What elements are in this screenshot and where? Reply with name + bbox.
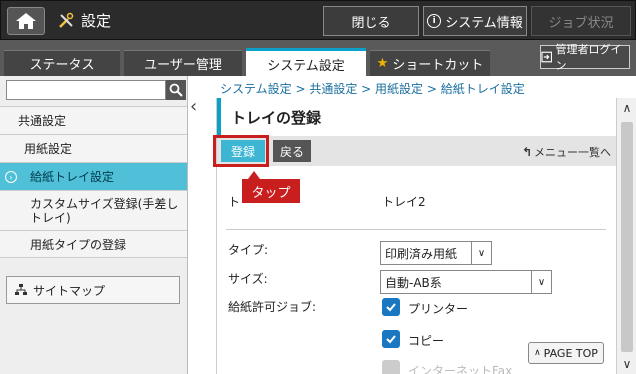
size-select[interactable]: 自動-AB系 ∨ [380,270,552,294]
close-button[interactable]: 閉じる [323,6,419,36]
sidebar: 共通設定 用紙設定 › 給紙トレイ設定 カスタムサイズ登録(手差しトレイ) 用紙… [0,76,188,374]
job-status-label: ジョブ状況 [548,15,614,31]
size-label: サイズ: [228,272,268,286]
tab-user-management[interactable]: ユーザー管理 [124,50,242,76]
sidebar-item-label: 用紙設定 [24,142,73,156]
type-label: タイプ: [228,243,269,257]
chevron-right-icon: › [5,171,17,183]
tray-label: ト [228,195,241,209]
chevron-up-icon: ∧ [534,348,541,358]
page-title: トレイの登録 [217,98,617,136]
sidebar-item-label: カスタムサイズ登録(手差しトレイ) [30,196,179,225]
system-info-button[interactable]: i システム情報 [423,6,527,36]
sidebar-item-paper-type[interactable]: 用紙タイプの登録 [0,230,187,258]
tab-bar: ステータス ユーザー管理 システム設定 ★ ショートカット 管理者ログイン [0,40,636,78]
close-button-label: 閉じる [351,15,391,31]
tab-shortcut-label: ショートカット [392,58,484,73]
breadcrumb[interactable]: システム設定 > 共通設定 > 用紙設定 > 給紙トレイ設定 [220,80,525,97]
tap-annotation-label: タップ [251,185,291,201]
menu-list-label: メニュー一覧へ [534,146,611,159]
type-select[interactable]: 印刷済み用紙 ∨ [380,241,492,265]
sidebar-item-paper-settings[interactable]: 用紙設定 [0,134,187,162]
collapse-sidebar-icon[interactable]: ‹ [190,96,197,117]
scrollbar[interactable]: ∧ ∨ [616,98,636,374]
tab-user-management-label: ユーザー管理 [144,58,222,73]
scroll-up-icon[interactable]: ∧ [617,98,636,118]
divider [226,229,606,230]
menu-list-link[interactable]: ↰ メニュー一覧へ [522,144,611,160]
sidebar-item-paper-tray-settings[interactable]: › 給紙トレイ設定 [0,162,187,190]
scroll-down-icon[interactable]: ∨ [617,354,636,374]
tray-value: トレイ2 [382,195,426,209]
sidebar-item-custom-size[interactable]: カスタムサイズ登録(手差しトレイ) [0,190,187,230]
settings-title-text: 設定 [81,12,112,30]
scroll-thumb[interactable] [621,122,633,352]
job-status-button[interactable]: ジョブ状況 [531,6,631,36]
page-top-label: PAGE TOP [543,346,598,360]
page-top-button[interactable]: ∧ PAGE TOP [528,342,604,364]
return-arrow-icon: ↰ [521,145,532,159]
copy-checkbox-label: コピー [408,334,445,348]
checkmark-icon [386,303,396,312]
printer-checkbox-label: プリンター [408,302,469,316]
back-button[interactable]: 戻る [273,140,311,162]
tap-annotation: タップ [242,171,300,203]
settings-title: 設定 [57,10,111,31]
admin-login-button[interactable]: 管理者ログイン [540,43,630,72]
chevron-down-icon: ∨ [531,271,551,293]
action-toolbar: 登録 戻る ↰ メニュー一覧へ [217,136,617,166]
sitemap-button[interactable]: サイトマップ [6,276,180,304]
internet-fax-checkbox-label: インターネットFax [408,364,513,374]
sidebar-search-input[interactable] [6,80,166,100]
tab-shortcut[interactable]: ★ ショートカット [370,50,490,76]
printer-checkbox[interactable] [382,298,400,316]
sidebar-item-label: 給紙トレイ設定 [30,170,115,184]
sidebar-item-label: 共通設定 [18,114,67,128]
admin-login-label: 管理者ログイン [555,43,622,72]
tab-status-label: ステータス [29,58,95,73]
sidebar-item-label: 用紙タイプの登録 [30,237,127,252]
home-button[interactable] [7,7,45,35]
sidebar-item-common-settings[interactable]: 共通設定 [0,106,187,134]
sitemap-icon [15,284,27,295]
register-highlight-box [213,135,269,167]
star-icon: ★ [376,56,389,71]
internet-fax-checkbox[interactable] [382,360,400,374]
tools-icon [59,12,74,28]
search-icon [169,83,183,97]
tab-system-settings[interactable]: システム設定 [246,48,366,78]
size-select-value: 自動-AB系 [385,275,442,290]
copy-checkbox[interactable] [382,330,400,348]
tab-status[interactable]: ステータス [4,50,120,76]
system-info-label: システム情報 [445,15,523,31]
home-icon [16,13,36,29]
checkmark-icon [386,335,396,344]
top-bar: 設定 閉じる i システム情報 ジョブ状況 [0,0,636,40]
back-button-label: 戻る [279,144,304,159]
search-button[interactable] [166,80,186,100]
type-select-value: 印刷済み用紙 [385,246,458,261]
login-icon [541,51,553,63]
info-icon: i [427,14,442,28]
chevron-down-icon: ∨ [471,242,491,264]
tab-system-settings-label: システム設定 [267,59,345,74]
sitemap-label: サイトマップ [33,283,106,298]
allowed-jobs-label: 給紙許可ジョブ: [228,300,317,314]
